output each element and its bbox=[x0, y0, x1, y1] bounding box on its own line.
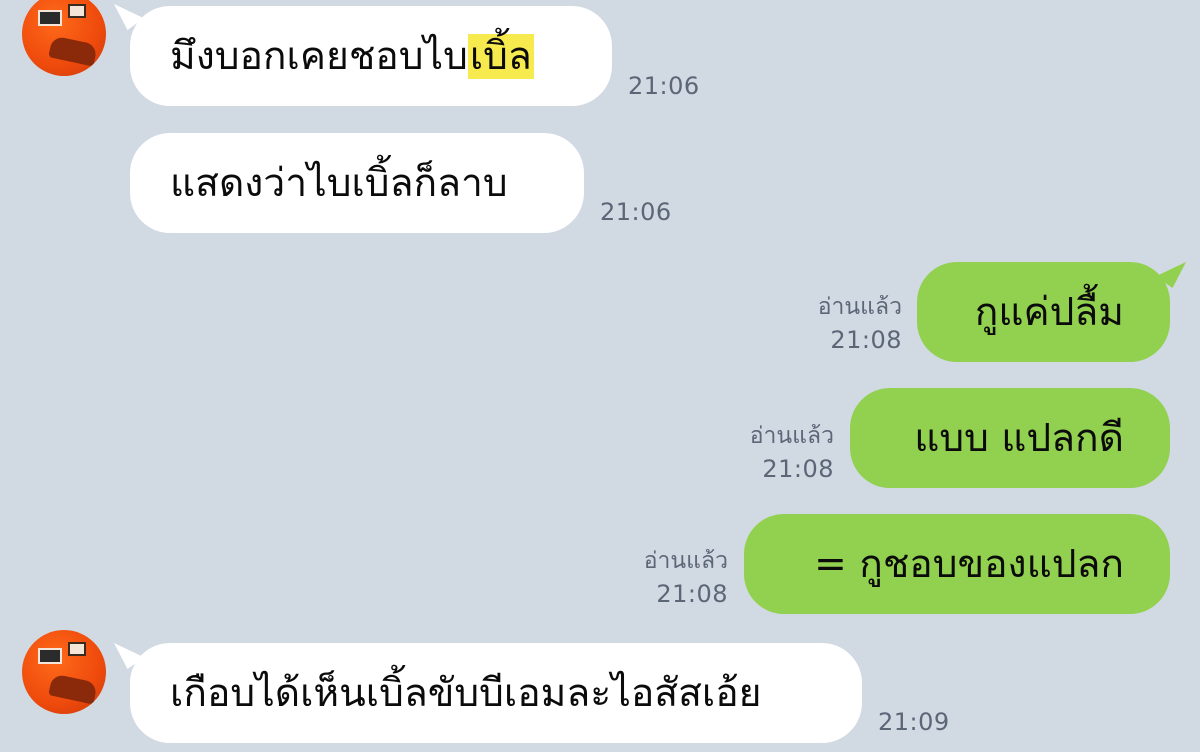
message-bubble-incoming[interactable]: เกือบได้เห็นเบิ้ลขับบีเอมละไอสัสเอ้ย bbox=[130, 643, 862, 743]
message-bubble-incoming[interactable]: แสดงว่าไบเบิ้ลก็ลาบ bbox=[130, 133, 584, 233]
message-time: 21:06 bbox=[600, 198, 672, 226]
message-text: กูแค่ปลื้ม bbox=[974, 289, 1124, 335]
message-meta: อ่านแล้ว 21:08 bbox=[818, 291, 902, 357]
avatar-picture-icon bbox=[68, 4, 86, 18]
avatar-figure-icon bbox=[48, 35, 98, 67]
message-bubble-outgoing[interactable]: แบบ แปลกดี bbox=[850, 388, 1170, 488]
avatar-frame-icon bbox=[38, 648, 62, 664]
message-text: มึงบอกเคยชอบไบเบิ้ล bbox=[170, 33, 534, 79]
avatar-figure-icon bbox=[48, 673, 98, 705]
message-bubble-outgoing[interactable]: กูแค่ปลื้ม bbox=[917, 262, 1170, 362]
message-time: 21:06 bbox=[628, 72, 700, 100]
message-meta: อ่านแล้ว 21:08 bbox=[750, 420, 834, 486]
message-text: = กูชอบของแปลก bbox=[814, 541, 1124, 587]
message-meta: อ่านแล้ว 21:08 bbox=[644, 545, 728, 611]
message-time: 21:08 bbox=[830, 326, 902, 354]
avatar-frame-icon bbox=[38, 10, 62, 26]
avatar-picture-icon bbox=[68, 642, 86, 656]
message-text: เกือบได้เห็นเบิ้ลขับบีเอมละไอสัสเอ้ย bbox=[170, 670, 762, 716]
contact-avatar[interactable] bbox=[22, 0, 106, 76]
read-status: อ่านแล้ว bbox=[749, 423, 834, 449]
message-bubble-outgoing[interactable]: = กูชอบของแปลก bbox=[744, 514, 1170, 614]
message-text: แสดงว่าไบเบิ้ลก็ลาบ bbox=[170, 160, 508, 206]
message-text: แบบ แปลกดี bbox=[914, 415, 1124, 461]
chat-thread[interactable]: มึงบอกเคยชอบไบเบิ้ล 21:06 แสดงว่าไบเบิ้ล… bbox=[0, 0, 1200, 752]
message-time: 21:09 bbox=[878, 708, 950, 736]
highlighted-text: เบิ้ล bbox=[467, 33, 534, 79]
contact-avatar[interactable] bbox=[22, 630, 106, 714]
message-bubble-incoming[interactable]: มึงบอกเคยชอบไบเบิ้ล bbox=[130, 6, 612, 106]
read-status: อ่านแล้ว bbox=[643, 548, 728, 574]
message-time: 21:08 bbox=[762, 455, 834, 483]
read-status: อ่านแล้ว bbox=[817, 294, 902, 320]
message-time: 21:08 bbox=[656, 580, 728, 608]
